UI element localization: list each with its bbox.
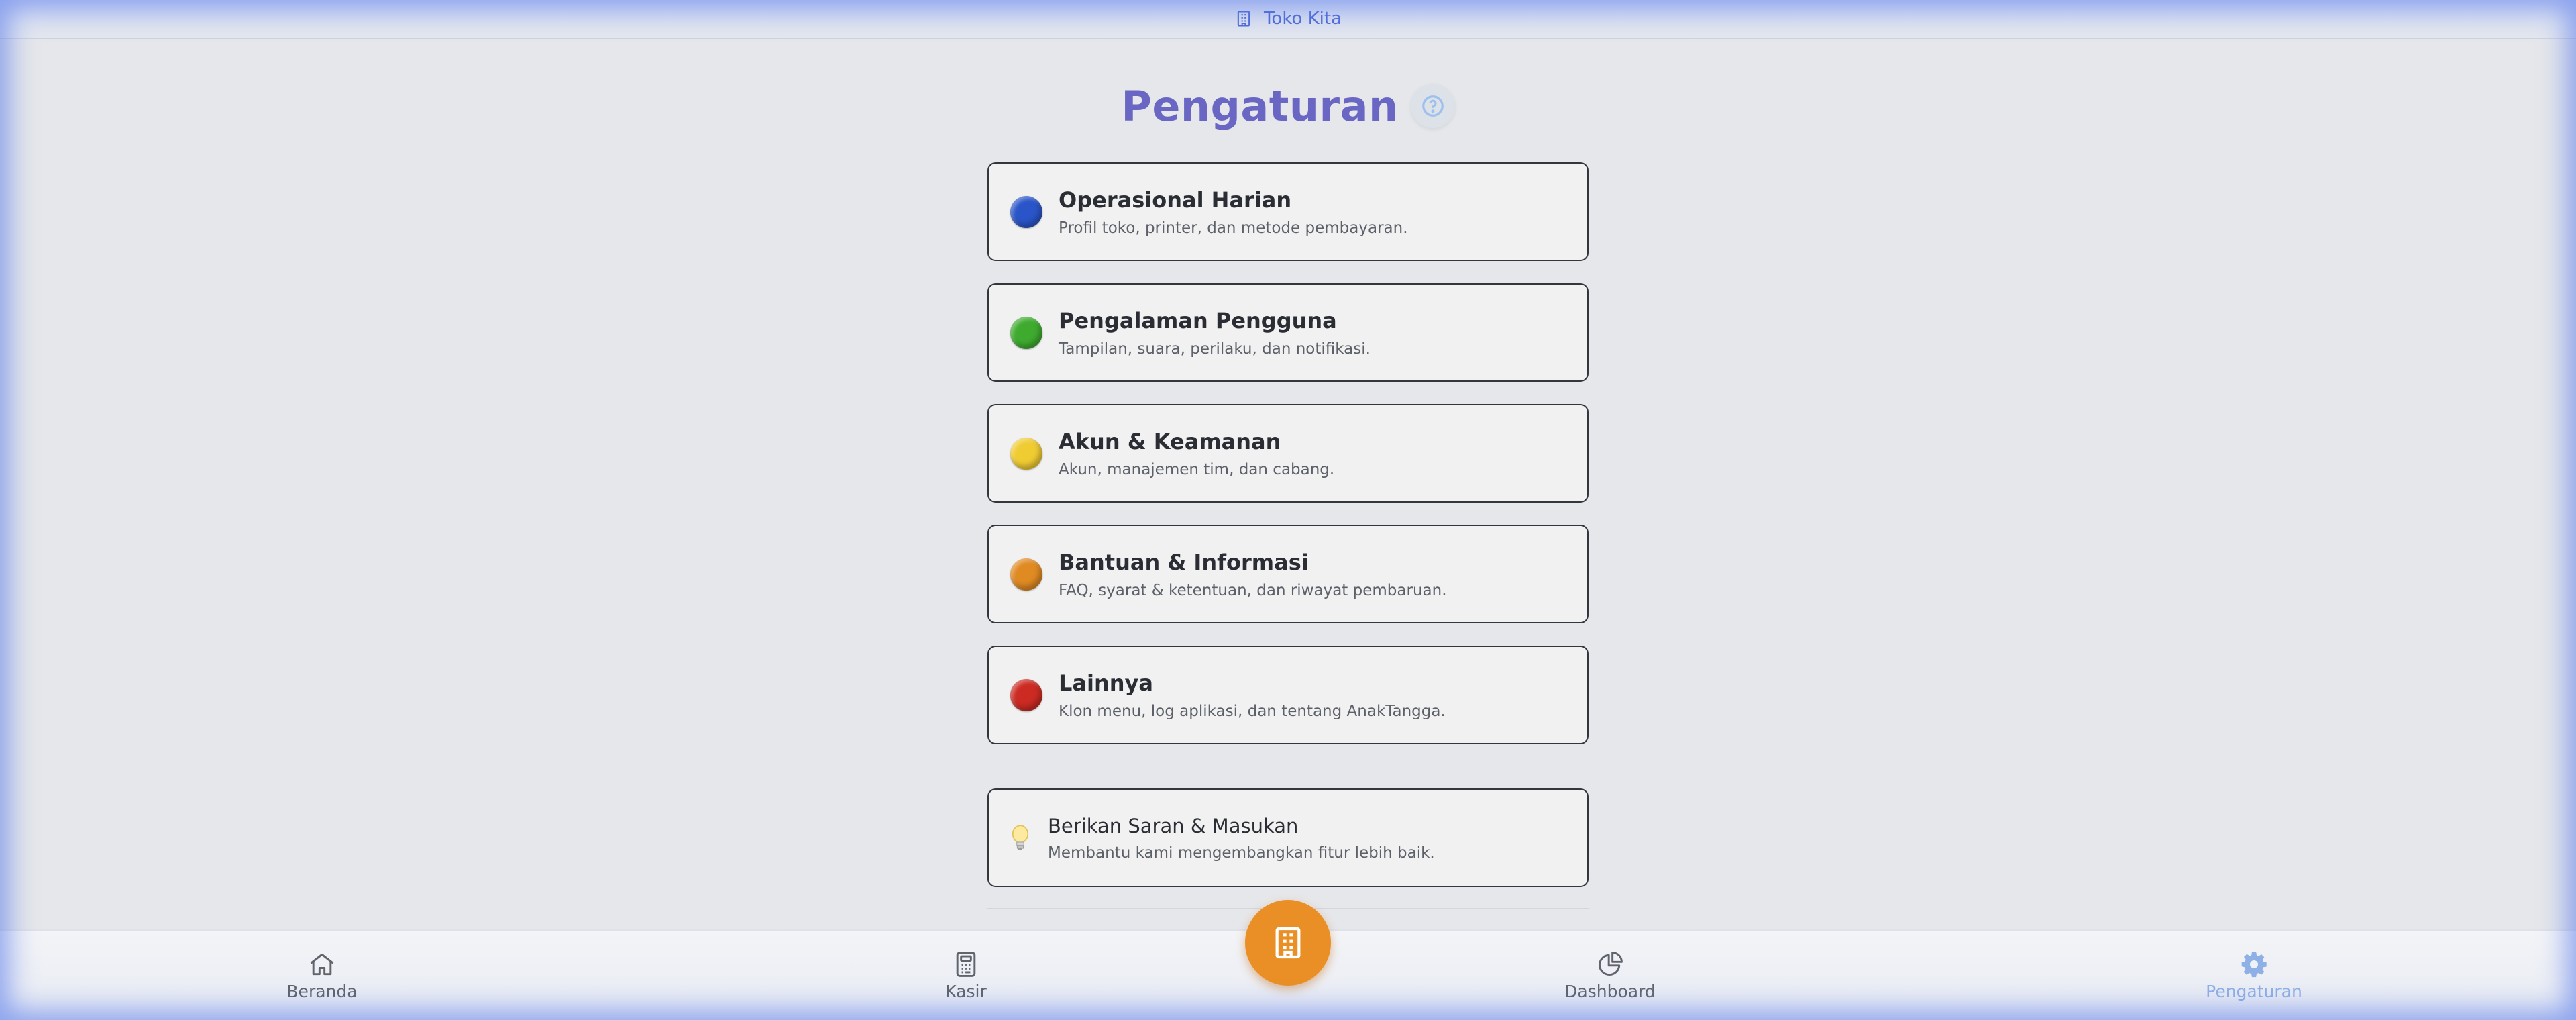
settings-item-lainnya[interactable]: Lainnya Klon menu, log aplikasi, dan ten… bbox=[987, 646, 1589, 744]
page-title: Pengaturan bbox=[1121, 81, 1399, 131]
page-title-row: Pengaturan bbox=[0, 79, 2576, 133]
settings-item-title: Pengalaman Pengguna bbox=[1059, 307, 1337, 334]
settings-item-pengalaman[interactable]: Pengalaman Pengguna Tampilan, suara, per… bbox=[987, 283, 1589, 382]
settings-item-akun[interactable]: Akun & Keamanan Akun, manajemen tim, dan… bbox=[987, 404, 1589, 503]
lightbulb-icon bbox=[1012, 824, 1029, 850]
calculator-icon bbox=[956, 952, 976, 977]
feedback-description: Membantu kami mengembangkan fitur lebih … bbox=[1048, 844, 1435, 862]
yellow-dot-icon bbox=[1010, 437, 1042, 470]
settings-item-bantuan[interactable]: Bantuan & Informasi FAQ, syarat & ketent… bbox=[987, 525, 1589, 623]
nav-beranda[interactable]: Beranda bbox=[221, 950, 423, 1001]
settings-item-title: Lainnya bbox=[1059, 670, 1153, 696]
green-dot-icon bbox=[1010, 316, 1042, 349]
store-name: Toko Kita bbox=[1263, 9, 1342, 29]
building-icon bbox=[1275, 927, 1301, 959]
settings-list: Operasional Harian Profil toko, printer,… bbox=[987, 162, 1589, 766]
question-circle-icon bbox=[1421, 95, 1444, 117]
building-icon bbox=[1237, 11, 1250, 27]
settings-item-text: Lainnya Klon menu, log aplikasi, dan ten… bbox=[1059, 670, 1446, 720]
gear-icon bbox=[2241, 952, 2267, 978]
nav-kasir[interactable]: Kasir bbox=[865, 950, 1067, 1001]
store-header[interactable]: Toko Kita bbox=[0, 0, 2576, 39]
home-icon bbox=[310, 953, 334, 976]
settings-item-description: Tampilan, suara, perilaku, dan notifikas… bbox=[1059, 340, 1371, 358]
nav-label: Beranda bbox=[286, 982, 358, 1001]
nav-pengaturan[interactable]: Pengaturan bbox=[2153, 950, 2355, 1001]
pie-chart-icon bbox=[1598, 952, 1623, 976]
nav-label: Kasir bbox=[945, 982, 987, 1001]
feedback-title: Berikan Saran & Masukan bbox=[1048, 814, 1299, 837]
settings-item-text: Operasional Harian Profil toko, printer,… bbox=[1059, 187, 1408, 237]
store-fab-button[interactable] bbox=[1245, 900, 1331, 986]
red-dot-icon bbox=[1010, 678, 1042, 711]
settings-item-text: Pengalaman Pengguna Tampilan, suara, per… bbox=[1059, 308, 1371, 358]
feedback-text: Berikan Saran & Masukan Membantu kami me… bbox=[1048, 815, 1435, 862]
nav-dashboard[interactable]: Dashboard bbox=[1509, 950, 1711, 1001]
settings-item-text: Bantuan & Informasi FAQ, syarat & ketent… bbox=[1059, 550, 1447, 599]
settings-item-title: Akun & Keamanan bbox=[1059, 428, 1281, 454]
nav-label: Pengaturan bbox=[2206, 982, 2302, 1001]
settings-item-title: Bantuan & Informasi bbox=[1059, 549, 1309, 575]
blue-dot-icon bbox=[1010, 195, 1042, 228]
settings-item-text: Akun & Keamanan Akun, manajemen tim, dan… bbox=[1059, 429, 1334, 478]
orange-dot-icon bbox=[1010, 558, 1042, 591]
settings-item-operasional[interactable]: Operasional Harian Profil toko, printer,… bbox=[987, 162, 1589, 261]
settings-item-description: FAQ, syarat & ketentuan, dan riwayat pem… bbox=[1059, 581, 1447, 599]
settings-item-description: Klon menu, log aplikasi, dan tentang Ana… bbox=[1059, 702, 1446, 720]
settings-item-description: Profil toko, printer, dan metode pembaya… bbox=[1059, 219, 1408, 237]
settings-item-description: Akun, manajemen tim, dan cabang. bbox=[1059, 460, 1335, 478]
nav-label: Dashboard bbox=[1564, 982, 1656, 1001]
settings-item-title: Operasional Harian bbox=[1059, 187, 1292, 213]
help-button[interactable] bbox=[1410, 84, 1455, 128]
feedback-card[interactable]: Berikan Saran & Masukan Membantu kami me… bbox=[987, 788, 1589, 887]
